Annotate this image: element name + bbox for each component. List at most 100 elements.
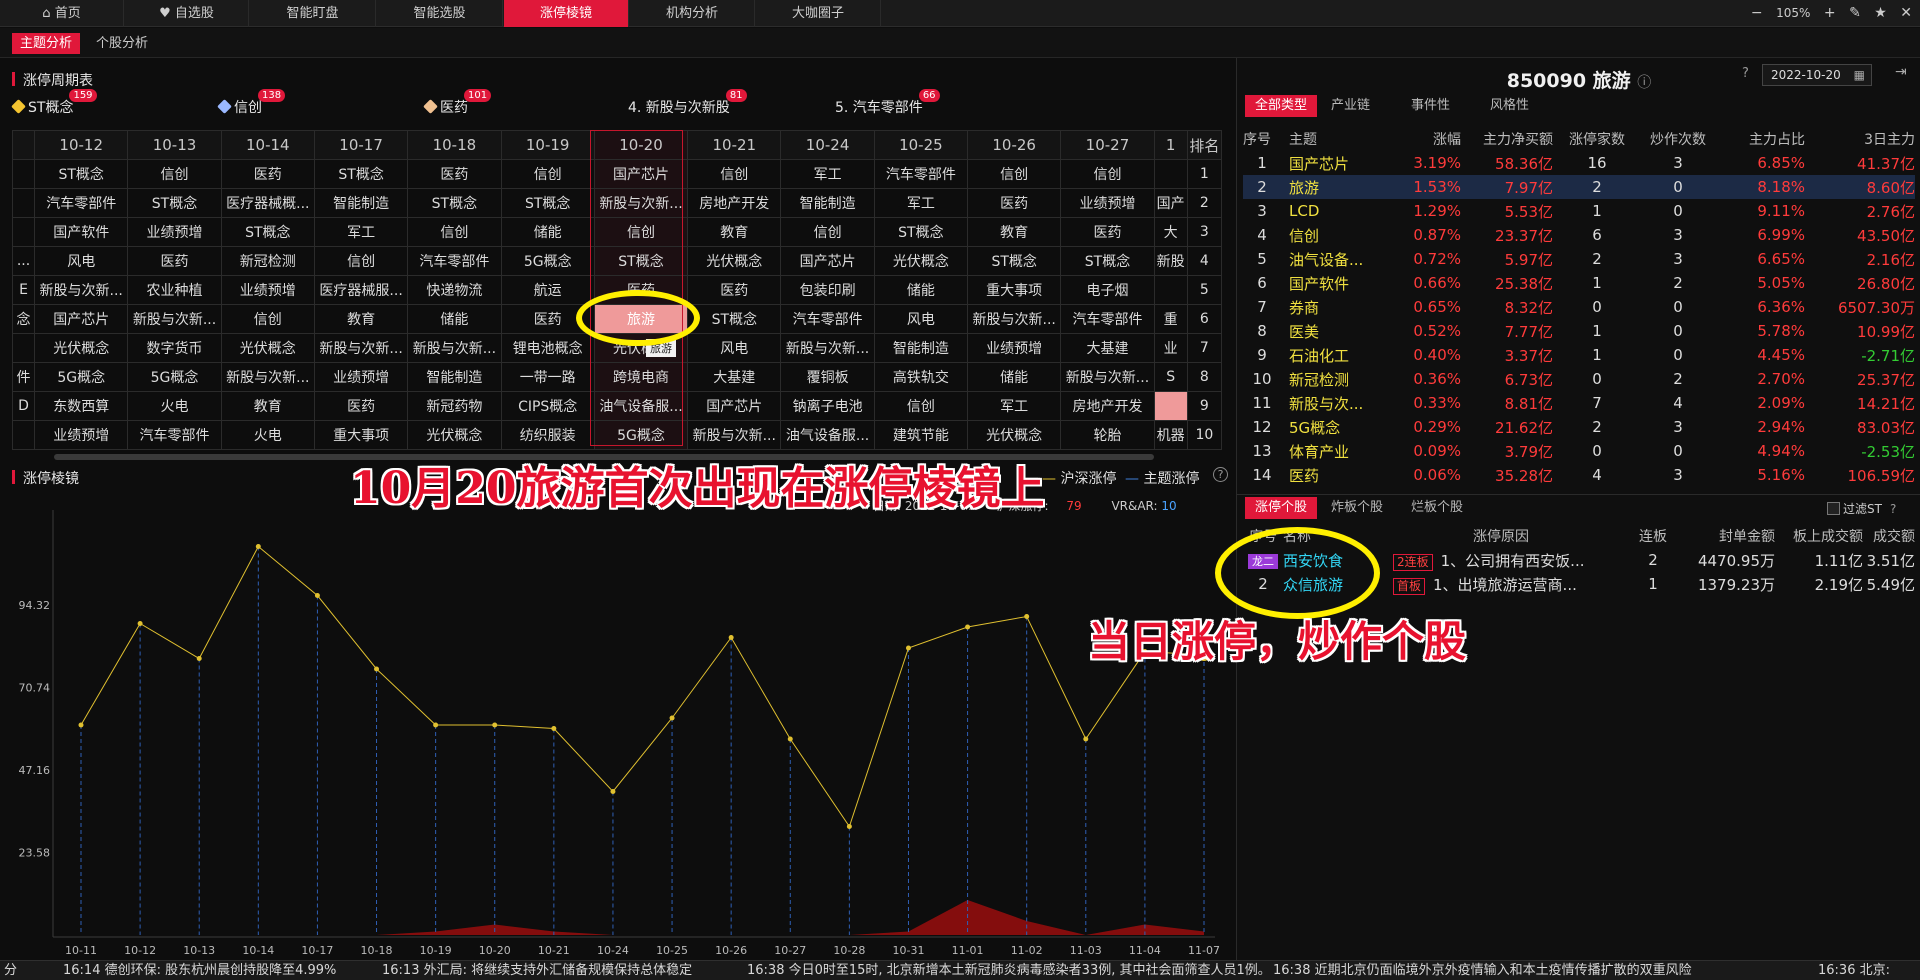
concept-cell[interactable]: 军工	[313, 217, 409, 247]
date-picker[interactable]: 2022-10-20 ▦	[1762, 64, 1872, 86]
concept-cell[interactable]: 新股与次新...	[780, 333, 875, 363]
column-header[interactable]: 序号	[1243, 524, 1283, 548]
column-header[interactable]: 涨幅	[1405, 127, 1461, 151]
column-header[interactable]: 涨停原因	[1393, 524, 1623, 548]
concept-cell[interactable]: 旅游	[593, 304, 689, 334]
ticker-item[interactable]: 16:38 近期北京仍面临境外京外疫情输入和本土疫情传播扩散的双重风险	[1273, 961, 1692, 980]
concept-cell[interactable]: 光伏概念	[407, 420, 502, 450]
ticker-item[interactable]: 分	[4, 961, 17, 980]
legend-theme[interactable]: — 主题涨停	[1125, 468, 1199, 488]
concept-cell[interactable]: 汽车零部件	[407, 246, 502, 276]
concept-cell[interactable]: 电子烟	[1060, 275, 1155, 305]
concept-cell[interactable]: 业绩预增	[220, 275, 315, 305]
concept-cell[interactable]: 纺织服装	[500, 420, 595, 450]
prism-chart[interactable]: 23.58 47.16 70.74 94.32 10-11 10-12 10-13 10-14…	[0, 495, 1235, 960]
star-icon[interactable]: ★	[1874, 5, 1887, 21]
theme-row[interactable]: 7 券商 0.65% 8.32亿 0 0 6.36% 6507.30万	[1243, 295, 1915, 319]
date-header[interactable]: 10-20	[593, 130, 689, 160]
concept-cell[interactable]: 业	[1153, 333, 1188, 363]
concept-cell[interactable]: 5G概念	[593, 420, 689, 450]
tab-home[interactable]: ⌂ 首页	[0, 0, 124, 27]
concept-cell[interactable]: 业绩预增	[967, 333, 1062, 363]
concept-cell[interactable]: 汽车零部件	[1060, 304, 1155, 334]
concept-cell[interactable]: 重	[1153, 304, 1188, 334]
concept-cell[interactable]: 军工	[780, 159, 875, 189]
date-header[interactable]: 10-27	[1060, 130, 1155, 160]
concept-cell[interactable]: 医药	[127, 246, 222, 276]
concept-cell[interactable]: 信创	[593, 217, 689, 247]
concept-cell[interactable]: 大	[1153, 217, 1188, 247]
concept-cell[interactable]: 数字货币	[127, 333, 222, 363]
tab-experts[interactable]: 大咖圈子	[756, 0, 881, 27]
concept-cell[interactable]: 重大事项	[313, 420, 409, 450]
theme-row[interactable]: 3 LCD 1.29% 5.53亿 1 0 9.11% 2.76亿	[1243, 199, 1915, 223]
concept-cell[interactable]: 教育	[967, 217, 1062, 247]
concept-cell[interactable]: 信创	[127, 159, 222, 189]
help-icon[interactable]: ?	[1742, 66, 1749, 81]
concept-cell[interactable]: 新股与次新...	[687, 420, 782, 450]
concept-cell[interactable]: 医药	[313, 391, 409, 421]
concept-cell[interactable]: 信创	[780, 217, 875, 247]
date-header[interactable]: 10-21	[687, 130, 782, 160]
hot-concept-3[interactable]: 医药 101	[423, 89, 492, 117]
concept-cell[interactable]	[1153, 159, 1188, 189]
date-header[interactable]: 10-17	[313, 130, 409, 160]
concept-cell[interactable]: 航运	[500, 275, 595, 305]
column-header[interactable]: 主力占比	[1715, 127, 1805, 151]
concept-cell[interactable]: 轮胎	[1060, 420, 1155, 450]
concept-cell[interactable]: 锂电池概念	[500, 333, 595, 363]
concept-cell[interactable]: ST概念	[407, 188, 502, 218]
stock-row[interactable]: 2 众信旅游 首板 1、出境旅游运营商... 1 1379.23万 2.19亿 5.49亿	[1243, 572, 1915, 596]
concept-cell[interactable]: 风电	[34, 246, 129, 276]
calendar-icon[interactable]: ▦	[1854, 65, 1865, 85]
concept-cell[interactable]: 智能制造	[313, 188, 409, 218]
concept-cell[interactable]: ST概念	[34, 159, 129, 189]
concept-cell[interactable]: 覆铜板	[780, 362, 875, 392]
date-header[interactable]: 10-19	[500, 130, 595, 160]
concept-cell[interactable]: 储能	[407, 304, 502, 334]
concept-cell[interactable]: 国产芯片	[687, 391, 782, 421]
concept-cell[interactable]: 机器	[1153, 420, 1188, 450]
concept-cell[interactable]: 光伏概念	[34, 333, 129, 363]
stock-tab-weak[interactable]: 烂板个股	[1401, 497, 1473, 519]
concept-cell[interactable]: ST概念	[687, 304, 782, 334]
concept-cell[interactable]: 新冠检测	[220, 246, 315, 276]
concept-cell[interactable]: 火电	[220, 420, 315, 450]
concept-cell[interactable]: ST概念	[127, 188, 222, 218]
concept-cell[interactable]: 信创	[407, 217, 502, 247]
concept-cell[interactable]: 医药	[593, 275, 689, 305]
concept-cell[interactable]: 信创	[1060, 159, 1155, 189]
concept-cell[interactable]: 5G概念	[127, 362, 222, 392]
legend-index[interactable]: — 沪深涨停	[1042, 468, 1116, 488]
concept-cell[interactable]: 智能制造	[780, 188, 875, 218]
column-header[interactable]: 涨停家数	[1553, 127, 1641, 151]
column-header[interactable]: 成交额	[1863, 524, 1915, 548]
column-header[interactable]: 炒作次数	[1641, 127, 1715, 151]
concept-cell[interactable]: S	[1153, 362, 1188, 392]
concept-cell[interactable]: 国产	[1153, 188, 1188, 218]
concept-cell[interactable]: 业绩预增	[313, 362, 409, 392]
theme-row[interactable]: 1 国产芯片 3.19% 58.36亿 16 3 6.85% 41.37亿	[1243, 151, 1915, 175]
concept-cell[interactable]: 医疗器械服...	[313, 275, 409, 305]
back-icon[interactable]: ⇥	[1895, 64, 1907, 80]
type-tab-all[interactable]: 全部类型	[1245, 95, 1318, 117]
concept-cell[interactable]: 油气设备服...	[593, 391, 689, 421]
concept-cell[interactable]: 信创	[500, 159, 595, 189]
date-header[interactable]: 10-24	[780, 130, 875, 160]
concept-cell[interactable]: 医疗器械概...	[220, 188, 315, 218]
concept-cell[interactable]: 新股与次新...	[593, 188, 689, 218]
concept-cell[interactable]: 业绩预增	[1060, 188, 1155, 218]
column-header[interactable]: 序号	[1243, 127, 1289, 151]
date-header[interactable]: 10-25	[873, 130, 969, 160]
concept-cell[interactable]: ST概念	[220, 217, 315, 247]
stock-row[interactable]: 龙二 西安饮食 2连板 1、公司拥有西安饭... 2 4470.95万 1.11亿 3.51亿	[1243, 548, 1915, 572]
date-header[interactable]: 10-26	[967, 130, 1062, 160]
column-header[interactable]: 名称	[1283, 524, 1393, 548]
concept-cell[interactable]: 房地产开发	[1060, 391, 1155, 421]
concept-cell[interactable]	[1153, 275, 1188, 305]
hot-concept-1[interactable]: ST概念 159	[11, 89, 97, 117]
concept-cell[interactable]: 5G概念	[500, 246, 595, 276]
pin-icon[interactable]: ✎	[1849, 5, 1861, 21]
type-tab-style[interactable]: 风格性	[1480, 95, 1539, 117]
theme-row[interactable]: 11 新股与次... 0.33% 8.81亿 7 4 2.09% 14.21亿	[1243, 391, 1915, 415]
